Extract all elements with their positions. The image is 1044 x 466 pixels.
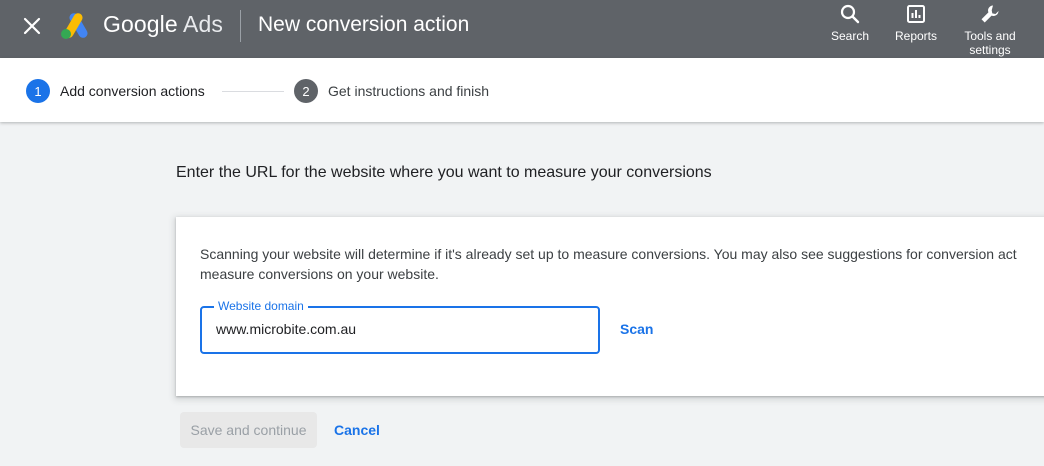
close-icon[interactable] — [18, 12, 46, 40]
step-2-label[interactable]: Get instructions and finish — [328, 83, 489, 99]
wrench-icon — [981, 5, 999, 23]
cancel-button[interactable]: Cancel — [334, 422, 380, 438]
website-domain-field[interactable]: Website domain — [200, 299, 600, 354]
google-ads-logo-icon — [60, 12, 92, 40]
card-description-line-1: Scanning your website will determine if … — [200, 246, 1017, 262]
card-description: Scanning your website will determine if … — [200, 244, 1044, 284]
website-domain-input[interactable] — [216, 321, 576, 337]
search-label: Search — [830, 29, 870, 43]
brand-ads: Ads — [183, 11, 223, 37]
reports-label: Reports — [894, 29, 938, 43]
brand-name: Google Ads — [103, 11, 223, 38]
card-description-line-2: measure conversions on your website. — [200, 266, 439, 282]
top-app-bar: Google Ads New conversion action Search … — [0, 0, 1044, 58]
save-and-continue-button[interactable]: Save and continue — [180, 412, 317, 448]
stepper: 1 Add conversion actions 2 Get instructi… — [0, 58, 1044, 122]
step-connector — [222, 91, 284, 92]
search-button[interactable]: Search — [828, 0, 872, 58]
page-title: New conversion action — [258, 13, 470, 36]
website-scan-card: Scanning your website will determine if … — [176, 217, 1044, 396]
website-domain-label: Website domain — [214, 299, 308, 313]
brand-google: Google — [103, 11, 178, 37]
reports-icon — [907, 5, 925, 23]
search-icon — [840, 4, 860, 24]
step-2-indicator: 2 — [294, 79, 318, 103]
section-heading: Enter the URL for the website where you … — [176, 164, 712, 181]
header-divider — [240, 10, 241, 42]
tools-label: Tools and settings — [964, 29, 1016, 57]
step-1-label[interactable]: Add conversion actions — [60, 83, 205, 99]
reports-button[interactable]: Reports — [890, 0, 942, 58]
scan-button[interactable]: Scan — [620, 321, 653, 337]
step-1-indicator: 1 — [26, 79, 50, 103]
tools-and-settings-button[interactable]: Tools and settings — [958, 0, 1022, 58]
